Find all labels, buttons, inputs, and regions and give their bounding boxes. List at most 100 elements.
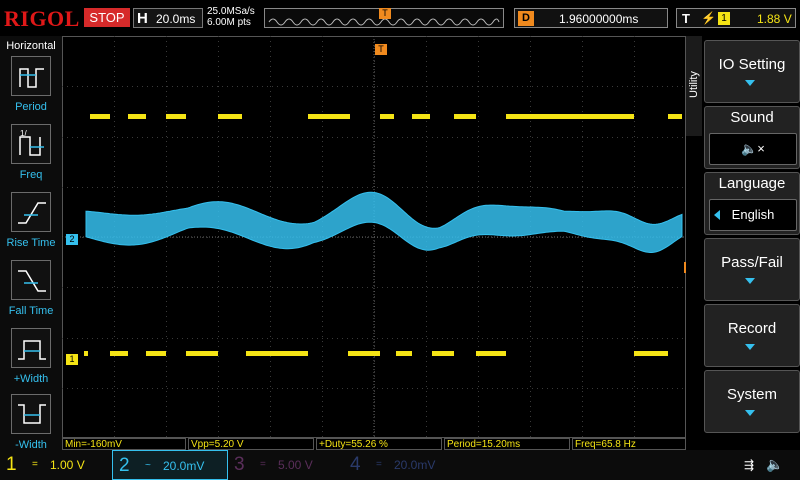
ch1-pulse-upper bbox=[166, 114, 186, 119]
ch1-pulse-upper bbox=[380, 114, 394, 119]
fall-time-icon bbox=[11, 260, 51, 300]
timebase-box[interactable]: H 20.0ms bbox=[133, 8, 203, 28]
io-setting-button[interactable]: IO Setting bbox=[704, 40, 800, 103]
ch1-pulse-upper bbox=[506, 114, 634, 119]
ch1-pulse-upper bbox=[454, 114, 476, 119]
measure-label: Rise Time bbox=[6, 237, 56, 249]
meas-vpp[interactable]: Vpp=5.20 V bbox=[188, 438, 314, 450]
chevron-down-icon bbox=[745, 344, 755, 350]
memory-depth: 6.00M pts bbox=[207, 17, 251, 28]
measure-rise-time[interactable]: Rise Time bbox=[0, 192, 62, 256]
measure-label: Fall Time bbox=[8, 305, 54, 317]
speaker-mute-icon[interactable]: 🔈 bbox=[766, 456, 783, 473]
measure-neg-width[interactable]: -Width bbox=[0, 394, 62, 458]
horizontal-measure-panel: Horizontal Period 1/ Freq Rise Time Fall… bbox=[0, 36, 62, 451]
ch1-pulse-upper bbox=[90, 114, 110, 119]
usb-icon: ⇶ bbox=[744, 458, 755, 472]
ch2-offset-marker[interactable]: 2 bbox=[66, 234, 78, 245]
period-icon bbox=[11, 56, 51, 96]
ch1-pulse-upper bbox=[218, 114, 242, 119]
coupling-icon: = bbox=[260, 459, 266, 470]
measure-pos-width[interactable]: +Width bbox=[0, 328, 62, 392]
trigger-level: 1.88 V bbox=[757, 12, 792, 26]
ch1-pulse-lower bbox=[84, 351, 88, 356]
sound-value: 🔈× bbox=[709, 133, 797, 165]
pass-fail-button[interactable]: Pass/Fail bbox=[704, 238, 800, 301]
ch1-pulse-upper bbox=[308, 114, 350, 119]
memory-overview-bar[interactable]: T bbox=[264, 8, 504, 28]
timebase-value: 20.0ms bbox=[156, 12, 196, 26]
menu-tab-label: Utility bbox=[688, 71, 700, 98]
sound-button[interactable]: Sound 🔈× bbox=[704, 106, 800, 169]
record-button[interactable]: Record bbox=[704, 304, 800, 367]
button-label: System bbox=[726, 386, 777, 403]
trigger-source: 1 bbox=[718, 12, 730, 25]
measurement-bar: Min=-160mV Vpp=5.20 V +Duty=55.26 % Peri… bbox=[62, 438, 686, 450]
button-label: Sound bbox=[730, 109, 774, 126]
utility-menu: Utility IO Setting Sound 🔈× Language Eng… bbox=[686, 36, 800, 450]
ch1-pulse-upper bbox=[668, 114, 682, 119]
chevron-down-icon bbox=[745, 278, 755, 284]
trigger-edge-icon: ⚡ bbox=[701, 11, 716, 25]
measure-fall-time[interactable]: Fall Time bbox=[0, 260, 62, 324]
channel-3-button[interactable]: 3 = 5.00 V bbox=[228, 450, 344, 480]
meas-freq[interactable]: Freq=65.8 Hz bbox=[572, 438, 686, 450]
channel-scale: 20.0mV bbox=[163, 459, 205, 473]
measure-freq[interactable]: 1/ Freq bbox=[0, 124, 62, 188]
coupling-icon: ~ bbox=[145, 460, 151, 471]
measure-label: Period bbox=[15, 101, 47, 113]
measure-label: +Width bbox=[13, 373, 49, 385]
trigger-box[interactable]: T ⚡ 1 1.88 V bbox=[676, 8, 796, 28]
pos-width-icon bbox=[11, 328, 51, 368]
panel-title: Horizontal bbox=[6, 40, 56, 52]
button-label: Pass/Fail bbox=[721, 254, 783, 271]
waveform-canvas bbox=[62, 36, 686, 438]
ch1-pulse-lower bbox=[396, 351, 412, 356]
language-button[interactable]: Language English bbox=[704, 172, 800, 235]
sample-rate: 25.0MSa/s bbox=[207, 6, 255, 17]
channel-1-button[interactable]: 1 = 1.00 V bbox=[0, 450, 112, 480]
svg-text:1/: 1/ bbox=[20, 129, 27, 138]
chevron-down-icon bbox=[745, 80, 755, 86]
ch1-pulse-upper bbox=[412, 114, 430, 119]
language-value-text: English bbox=[731, 207, 775, 222]
button-label: Language bbox=[718, 175, 786, 192]
coupling-icon: = bbox=[32, 459, 38, 470]
system-button[interactable]: System bbox=[704, 370, 800, 433]
button-label: Record bbox=[727, 320, 777, 337]
language-value: English bbox=[709, 199, 797, 231]
ch1-pulse-lower bbox=[634, 351, 668, 356]
ch1-pulse-lower bbox=[476, 351, 506, 356]
channel-2-button[interactable]: 2 ~ 20.0mV bbox=[112, 450, 228, 480]
meas-duty[interactable]: +Duty=55.26 % bbox=[316, 438, 442, 450]
menu-tab-utility[interactable]: Utility bbox=[686, 36, 702, 136]
channel-number: 2 bbox=[119, 455, 130, 476]
ch2-waveform bbox=[85, 191, 683, 253]
channel-number: 1 bbox=[6, 454, 17, 475]
rise-time-icon bbox=[11, 192, 51, 232]
brand-logo: RIGOL bbox=[4, 6, 80, 31]
channel-number: 4 bbox=[350, 454, 361, 475]
button-label: IO Setting bbox=[718, 56, 786, 73]
ch1-offset-marker[interactable]: 1 bbox=[66, 354, 78, 365]
coupling-icon: = bbox=[376, 459, 382, 470]
trigger-position-marker[interactable]: T bbox=[375, 44, 387, 55]
measure-period[interactable]: Period bbox=[0, 56, 62, 120]
trigger-position-marker: T bbox=[379, 8, 391, 19]
ch1-pulse-upper bbox=[128, 114, 146, 119]
channel-4-button[interactable]: 4 = 20.0mV bbox=[344, 450, 460, 480]
chevron-down-icon bbox=[745, 410, 755, 416]
ch1-pulse-lower bbox=[146, 351, 166, 356]
delay-box[interactable]: D 1.96000000ms bbox=[514, 8, 668, 28]
freq-icon: 1/ bbox=[11, 124, 51, 164]
run-stop-button[interactable]: STOP bbox=[84, 8, 130, 27]
acquisition-info: 25.0MSa/s 6.00M pts bbox=[207, 6, 255, 28]
measure-label: Freq bbox=[19, 169, 43, 181]
waveform-display[interactable]: T 2 1 T bbox=[62, 36, 696, 438]
neg-width-icon bbox=[11, 394, 51, 434]
ch1-pulse-lower bbox=[186, 351, 218, 356]
meas-period[interactable]: Period=15.20ms bbox=[444, 438, 570, 450]
delay-value: 1.96000000ms bbox=[559, 12, 639, 26]
channel-scale: 1.00 V bbox=[50, 458, 85, 472]
meas-min[interactable]: Min=-160mV bbox=[62, 438, 186, 450]
